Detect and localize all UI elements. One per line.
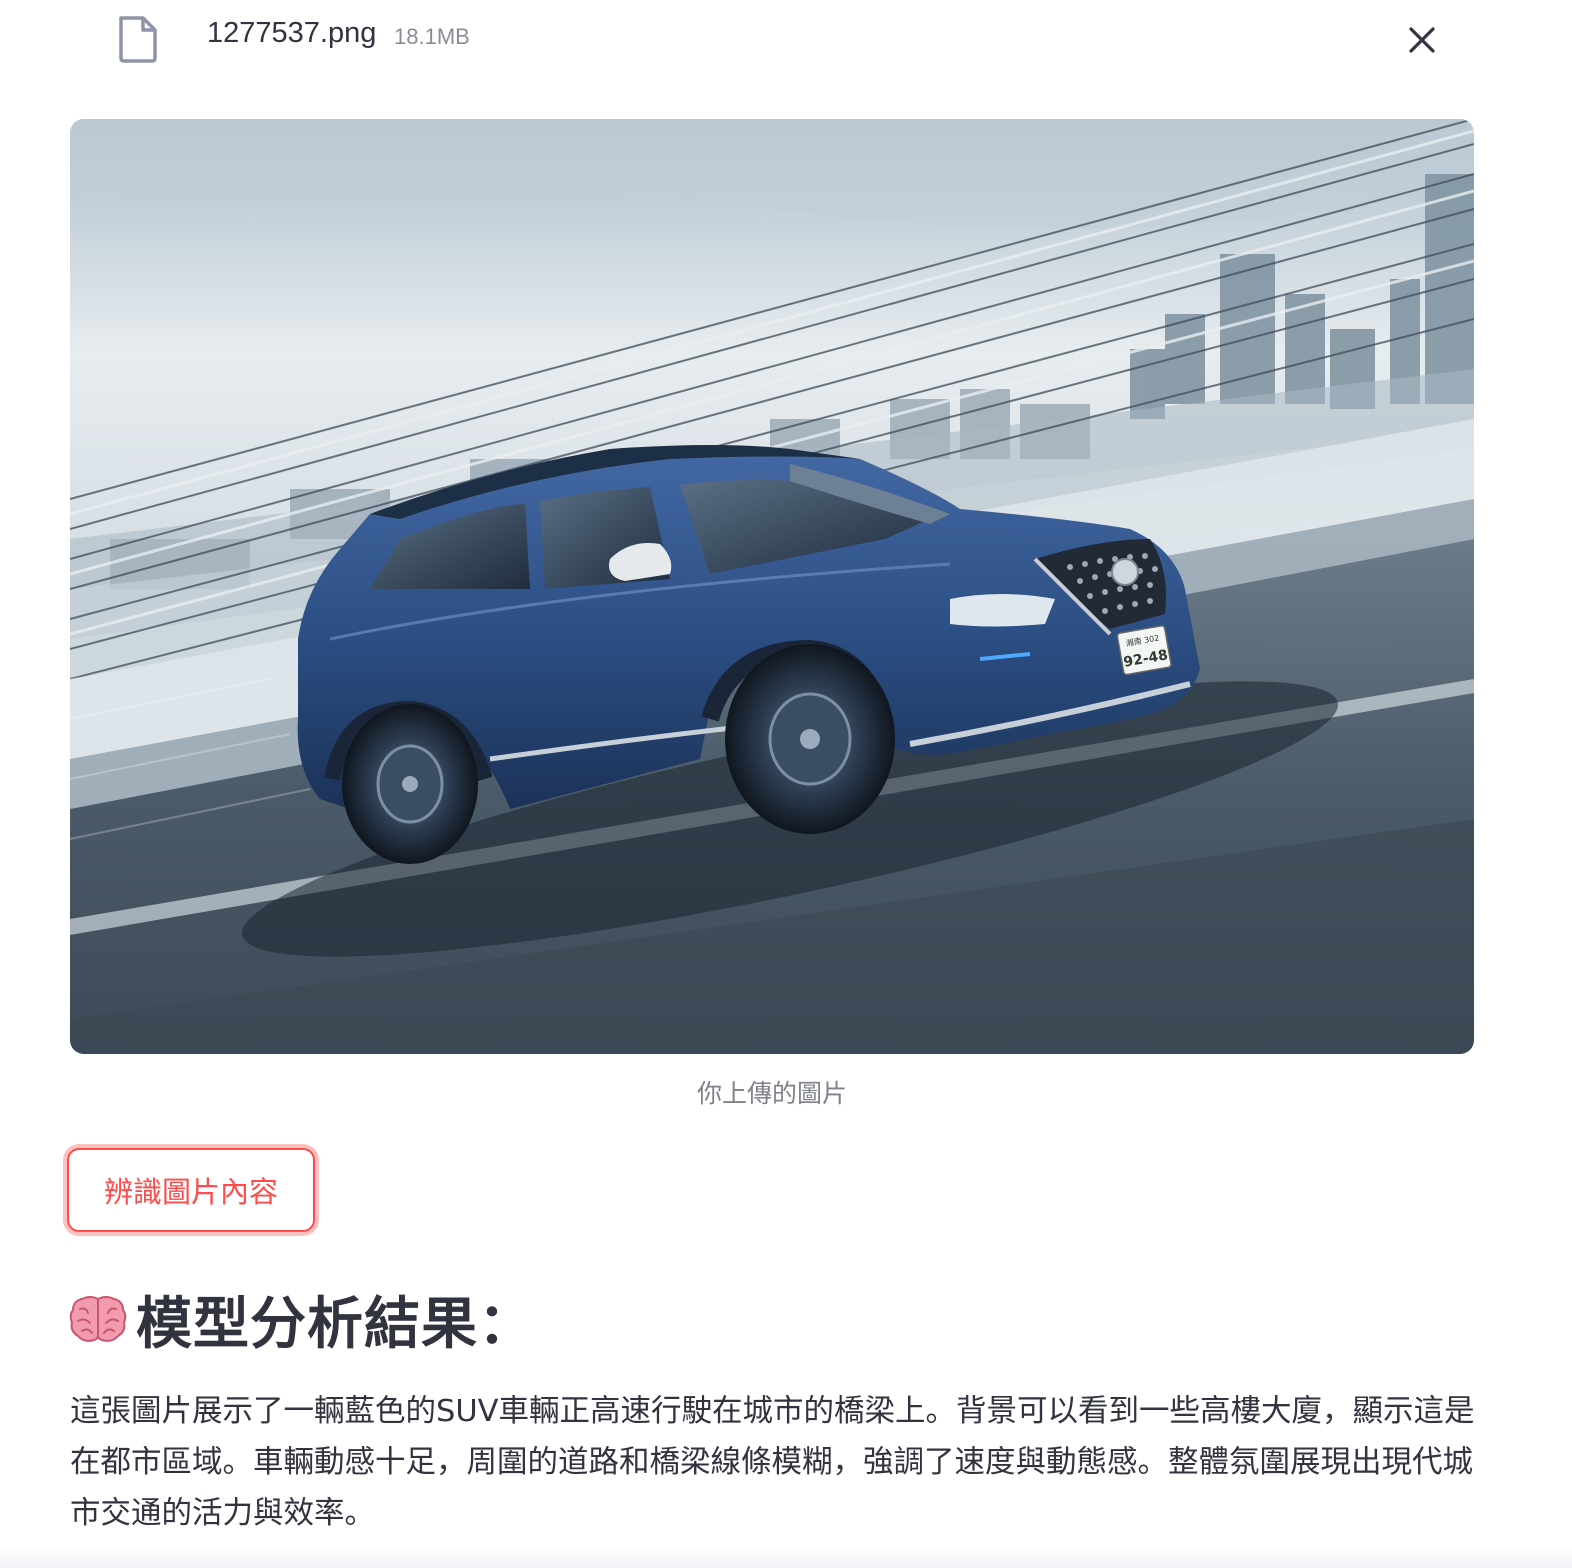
result-heading-text: 模型分析結果：	[136, 1291, 535, 1357]
file-name: 1277537.png	[207, 17, 377, 49]
uploaded-image: 湘南 302 92-48	[70, 119, 1474, 1054]
uploaded-file-row: 1277537.png 18.1MB	[0, 0, 1572, 78]
brain-icon	[69, 1296, 127, 1342]
file-size: 18.1MB	[394, 24, 470, 49]
close-icon[interactable]	[1404, 22, 1440, 58]
bottom-fade	[0, 1548, 1572, 1568]
recognize-image-button[interactable]: 辨識圖片內容	[67, 1148, 315, 1232]
result-heading: 模型分析結果：	[68, 1284, 535, 1357]
image-caption: 你上傳的圖片	[696, 1079, 847, 1108]
result-description: 這張圖片展示了一輛藍色的SUV車輛正高速行駛在城市的橋梁上。背景可以看到一些高樓…	[70, 1394, 1475, 1531]
page: 1277537.png 18.1MB 湘南 302 92-48 你上傳的圖片 辨…	[0, 0, 1572, 1568]
car-photo: 湘南 302 92-48	[70, 119, 1474, 1054]
file-icon	[119, 16, 157, 63]
